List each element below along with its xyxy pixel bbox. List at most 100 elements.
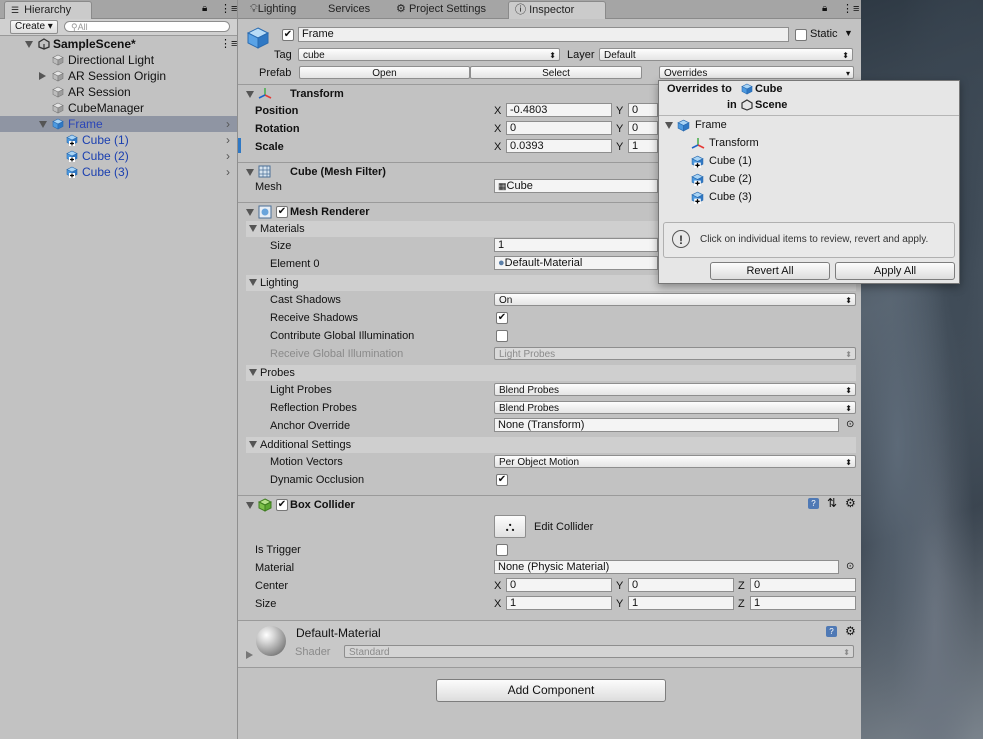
mesh-renderer-enabled-checkbox[interactable]: ✔ xyxy=(276,206,288,218)
receive-shadows-checkbox[interactable]: ✔ xyxy=(496,312,508,324)
create-button[interactable]: Create ▾ xyxy=(10,20,58,34)
tag-dropdown[interactable]: cube ⬍ xyxy=(298,48,560,61)
center-x-field[interactable]: 0 xyxy=(506,578,612,592)
foldout-arrow-icon[interactable] xyxy=(246,209,254,216)
prefab-select-button[interactable]: Select xyxy=(470,66,642,79)
tab-hierarchy[interactable]: ☰ Hierarchy xyxy=(4,1,92,19)
material-preview-sphere xyxy=(256,626,286,656)
scene-menu-icon[interactable]: ⋮≡ xyxy=(220,36,237,52)
reflection-probes-dropdown[interactable]: Blend Probes ⬍ xyxy=(494,401,856,414)
size-x-field[interactable]: 1 xyxy=(506,596,612,610)
chevron-right-icon[interactable]: › xyxy=(226,164,230,180)
hierarchy-search-input[interactable]: ⚲All xyxy=(64,21,230,32)
static-dropdown-icon[interactable]: ▼ xyxy=(844,28,853,38)
help-book-icon[interactable]: ? xyxy=(808,498,819,509)
additional-settings-foldout[interactable]: Additional Settings xyxy=(246,437,856,453)
foldout-arrow-icon[interactable] xyxy=(246,169,254,176)
tab-lighting[interactable]: 💡︎Lighting xyxy=(244,1,302,18)
contribute-gi-checkbox[interactable] xyxy=(496,330,508,342)
dynamic-occlusion-checkbox[interactable]: ✔ xyxy=(496,474,508,486)
foldout-arrow-icon[interactable] xyxy=(249,225,257,232)
prefab-overrides-dropdown[interactable]: Overrides ▾ xyxy=(659,66,854,79)
override-tree-item[interactable]: Transform xyxy=(709,136,759,150)
object-picker-icon[interactable]: ⊙ xyxy=(846,419,854,430)
expand-arrow-icon[interactable] xyxy=(39,72,46,80)
select-label: Select xyxy=(542,68,570,79)
expand-arrow-icon[interactable] xyxy=(25,41,33,48)
rotation-x-field[interactable]: 0 xyxy=(506,121,612,135)
static-checkbox[interactable] xyxy=(795,29,807,41)
override-tree-item[interactable]: Cube (1) xyxy=(709,154,752,168)
element0-field[interactable]: ●Default-Material xyxy=(494,256,658,270)
hierarchy-item[interactable]: Directional Light xyxy=(0,52,237,68)
scale-x-field[interactable]: 0.0393 xyxy=(506,139,612,153)
active-checkbox[interactable]: ✔ xyxy=(282,29,294,41)
gear-icon[interactable]: ⚙ xyxy=(845,624,856,638)
chevron-right-icon[interactable]: › xyxy=(226,132,230,148)
override-tree-item[interactable]: Frame xyxy=(695,118,727,132)
gear-icon[interactable]: ⚙ xyxy=(845,496,856,510)
foldout-arrow-icon[interactable] xyxy=(249,369,257,376)
tab-project-settings[interactable]: ⚙ Project Settings xyxy=(390,1,492,18)
position-x-field[interactable]: -0.4803 xyxy=(506,103,612,117)
size-z-field[interactable]: 1 xyxy=(750,596,856,610)
tab-inspector[interactable]: ⓘ Inspector xyxy=(508,1,606,19)
object-name-field[interactable]: Frame xyxy=(298,27,789,42)
hierarchy-item[interactable]: CubeManager xyxy=(0,100,237,116)
expand-arrow-icon[interactable] xyxy=(39,121,47,128)
scale-y-field[interactable]: 1 xyxy=(628,139,658,153)
override-tree-item[interactable]: Cube (2) xyxy=(709,172,752,186)
foldout-arrow-icon[interactable] xyxy=(246,651,253,659)
center-z-field[interactable]: 0 xyxy=(750,578,856,592)
rotation-y-field[interactable]: 0 xyxy=(628,121,658,135)
cast-shadows-dropdown[interactable]: On ⬍ xyxy=(494,293,856,306)
chevron-right-icon[interactable]: › xyxy=(226,148,230,164)
help-book-icon[interactable]: ? xyxy=(826,626,837,637)
anchor-override-field[interactable]: None (Transform) xyxy=(494,418,839,432)
override-tree-item[interactable]: Cube (3) xyxy=(709,190,752,204)
tab-services[interactable]: Services xyxy=(322,1,376,18)
light-probes-dropdown[interactable]: Blend Probes ⬍ xyxy=(494,383,856,396)
center-y-field[interactable]: 0 xyxy=(628,578,734,592)
mesh-icon: ▦ xyxy=(498,181,507,191)
lock-icon[interactable]: 🔒︎ xyxy=(822,3,827,14)
size-y-field[interactable]: 1 xyxy=(628,596,734,610)
foldout-arrow-icon[interactable] xyxy=(249,441,257,448)
probes-foldout[interactable]: Probes xyxy=(246,365,856,381)
presets-icon[interactable]: ⇅ xyxy=(827,496,837,510)
chevron-right-icon[interactable]: › xyxy=(226,116,230,132)
hierarchy-item[interactable]: Cube (1) › xyxy=(0,132,237,148)
foldout-arrow-icon[interactable] xyxy=(249,279,257,286)
updown-icon: ⬍ xyxy=(845,350,852,359)
lock-icon[interactable]: 🔒︎ xyxy=(202,3,207,14)
apply-all-button[interactable]: Apply All xyxy=(835,262,955,280)
foldout-arrow-icon[interactable] xyxy=(246,91,254,98)
foldout-arrow-icon[interactable] xyxy=(246,502,254,509)
position-y-field[interactable]: 0 xyxy=(628,103,658,117)
add-component-button[interactable]: Add Component xyxy=(436,679,666,702)
mesh-field[interactable]: ▦Cube xyxy=(494,179,658,193)
panel-menu-icon[interactable]: ⋮≡ xyxy=(220,2,237,15)
hierarchy-item[interactable]: AR Session Origin xyxy=(0,68,237,84)
x-label: X xyxy=(494,123,502,135)
box-collider-enabled-checkbox[interactable]: ✔ xyxy=(276,499,288,511)
foldout-arrow-icon[interactable] xyxy=(665,122,673,129)
hierarchy-item-selected[interactable]: Frame › xyxy=(0,116,237,132)
hierarchy-item[interactable]: Cube (2) › xyxy=(0,148,237,164)
hierarchy-item[interactable]: Cube (3) › xyxy=(0,164,237,180)
motion-vectors-dropdown[interactable]: Per Object Motion ⬍ xyxy=(494,455,856,468)
panel-menu-icon[interactable]: ⋮≡ xyxy=(842,2,859,15)
scene-row[interactable]: SampleScene* ⋮≡ xyxy=(0,36,237,52)
is-trigger-checkbox[interactable] xyxy=(496,544,508,556)
prefab-open-button[interactable]: Open xyxy=(299,66,470,79)
layer-dropdown[interactable]: Default ⬍ xyxy=(599,48,853,61)
revert-all-button[interactable]: Revert All xyxy=(710,262,830,280)
edit-collider-button[interactable]: ⛬ xyxy=(494,515,526,538)
center-label: Center xyxy=(255,580,289,592)
physic-material-field[interactable]: None (Physic Material) xyxy=(494,560,839,574)
materials-size-field[interactable]: 1 xyxy=(494,238,658,252)
hierarchy-item[interactable]: AR Session xyxy=(0,84,237,100)
object-picker-icon[interactable]: ⊙ xyxy=(846,561,854,572)
tab-label: Lighting xyxy=(257,3,297,15)
gameobject-cube-icon xyxy=(52,86,64,98)
